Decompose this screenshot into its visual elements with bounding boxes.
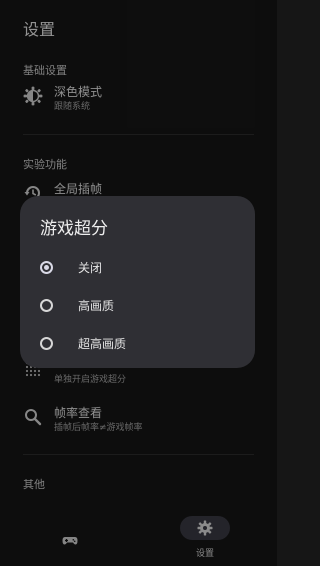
option-off-label: 关闭	[78, 261, 103, 275]
radio-button[interactable]	[40, 299, 53, 312]
settings-page: 设置 基础设置 深色模式 跟随系统 实验功能 全局插帧 单独开启游戏超分 帧率查…	[0, 0, 277, 566]
radio-button[interactable]	[40, 337, 53, 350]
option-off[interactable]: 关闭	[20, 253, 255, 285]
radio-button-checked[interactable]	[40, 261, 53, 274]
option-ultra-high-quality[interactable]: 超高画质	[20, 329, 255, 361]
option-ultra-high-quality-label: 超高画质	[78, 337, 127, 351]
option-high-quality[interactable]: 高画质	[20, 291, 255, 323]
super-resolution-dialog: 游戏超分 关闭 高画质 超高画质	[20, 196, 255, 368]
dialog-title: 游戏超分	[40, 219, 108, 239]
option-high-quality-label: 高画质	[78, 299, 115, 313]
